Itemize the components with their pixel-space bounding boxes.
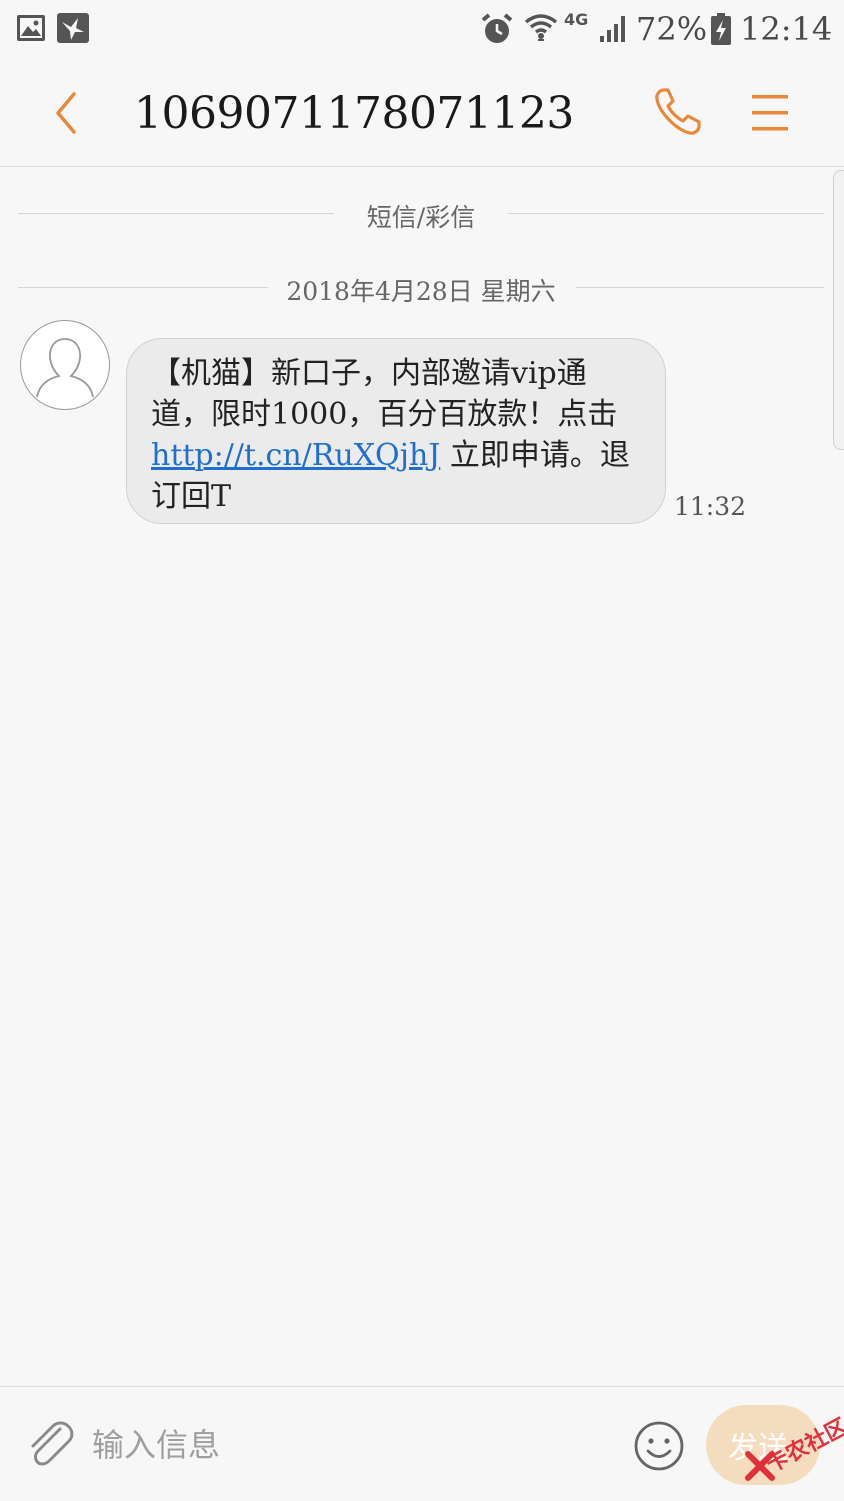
message-type-divider: 短信/彩信 <box>18 198 824 232</box>
gallery-icon <box>17 15 45 41</box>
message-timestamp: 11:32 <box>674 492 747 521</box>
emoji-button[interactable] <box>632 1419 686 1473</box>
send-button[interactable]: 发送 <box>706 1405 820 1485</box>
pigeon-icon <box>57 13 89 43</box>
battery-percent: 72% <box>636 10 708 48</box>
menu-icon <box>752 95 788 131</box>
conversation-header: 1069071178071123 <box>0 60 844 167</box>
default-person-icon <box>36 338 94 398</box>
date-divider: 2018年4月28日 星期六 <box>18 272 824 306</box>
battery-charging-icon <box>711 13 731 45</box>
wifi-icon <box>524 14 558 41</box>
attach-button[interactable] <box>24 1417 78 1473</box>
message-link[interactable]: http://t.cn/RuXQjhJ <box>151 438 440 473</box>
message-composer: 发送 <box>0 1386 844 1501</box>
status-bar: 4G 72% 12:14 <box>0 0 844 60</box>
network-type-label: 4G <box>564 10 589 29</box>
contact-number-title: 1069071178071123 <box>134 88 574 139</box>
paperclip-icon <box>31 1421 74 1466</box>
signal-icon <box>600 16 625 42</box>
edge-panel-handle[interactable] <box>833 170 844 450</box>
message-input[interactable] <box>92 1417 612 1473</box>
message-text: 【机猫】新口子，内部邀请vip通道，限时1000，百分百放款！点击 <box>151 356 618 432</box>
message-type-label: 短信/彩信 <box>366 203 476 232</box>
sender-avatar[interactable] <box>20 320 110 410</box>
smiley-icon <box>634 1421 684 1471</box>
clock: 12:14 <box>740 10 833 48</box>
back-button[interactable] <box>44 88 88 138</box>
call-button[interactable] <box>650 86 710 140</box>
menu-button[interactable] <box>746 90 794 136</box>
message-bubble[interactable]: 【机猫】新口子，内部邀请vip通道，限时1000，百分百放款！点击 http:/… <box>126 338 666 524</box>
phone-icon <box>655 88 701 135</box>
date-label: 2018年4月28日 星期六 <box>286 277 556 306</box>
alarm-icon <box>481 13 513 43</box>
back-arrow-icon <box>56 92 76 134</box>
